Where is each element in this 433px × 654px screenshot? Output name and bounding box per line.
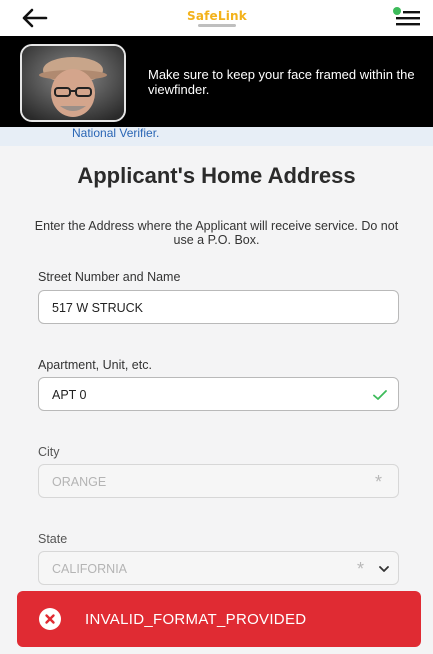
- street-label: Street Number and Name: [38, 270, 181, 284]
- face-verification-banner: Make sure to keep your face framed withi…: [0, 36, 433, 127]
- page-subtitle: Enter the Address where the Applicant wi…: [34, 219, 399, 247]
- face-preview-icon: [22, 46, 124, 120]
- required-marker: *: [357, 559, 365, 579]
- state-value: CALIFORNIA: [52, 562, 128, 576]
- city-input: ORANGE *: [38, 464, 399, 498]
- face-framing-message: Make sure to keep your face framed withi…: [148, 67, 415, 97]
- state-select[interactable]: CALIFORNIA *: [38, 551, 399, 585]
- chevron-down-icon: [379, 566, 389, 572]
- error-message: INVALID_FORMAT_PROVIDED: [85, 611, 307, 628]
- apartment-label: Apartment, Unit, etc.: [38, 358, 152, 372]
- arrow-left-icon: [22, 8, 48, 28]
- menu-icon: [393, 7, 420, 26]
- city-value: ORANGE: [52, 475, 107, 489]
- app-header: SafeLink: [0, 0, 433, 36]
- safelink-logo: SafeLink: [187, 9, 247, 23]
- menu-button[interactable]: [392, 6, 422, 30]
- verifier-strip: [0, 127, 433, 146]
- required-marker: *: [375, 472, 383, 492]
- apartment-input[interactable]: APT 0: [38, 377, 399, 411]
- street-value: 517 W STRUCK: [52, 301, 143, 315]
- city-label: City: [38, 445, 60, 459]
- x-mark-icon: [45, 614, 55, 624]
- camera-viewfinder: [20, 44, 126, 122]
- apartment-value: APT 0: [52, 388, 87, 402]
- logo-tagline: [198, 24, 236, 27]
- close-icon[interactable]: [39, 608, 61, 630]
- check-icon: [373, 390, 387, 400]
- back-button[interactable]: [20, 7, 48, 29]
- national-verifier-link[interactable]: National Verifier.: [72, 127, 159, 140]
- error-toast: INVALID_FORMAT_PROVIDED: [17, 591, 421, 647]
- state-label: State: [38, 532, 68, 546]
- street-input[interactable]: 517 W STRUCK: [38, 290, 399, 324]
- page-title: Applicant's Home Address: [77, 163, 356, 188]
